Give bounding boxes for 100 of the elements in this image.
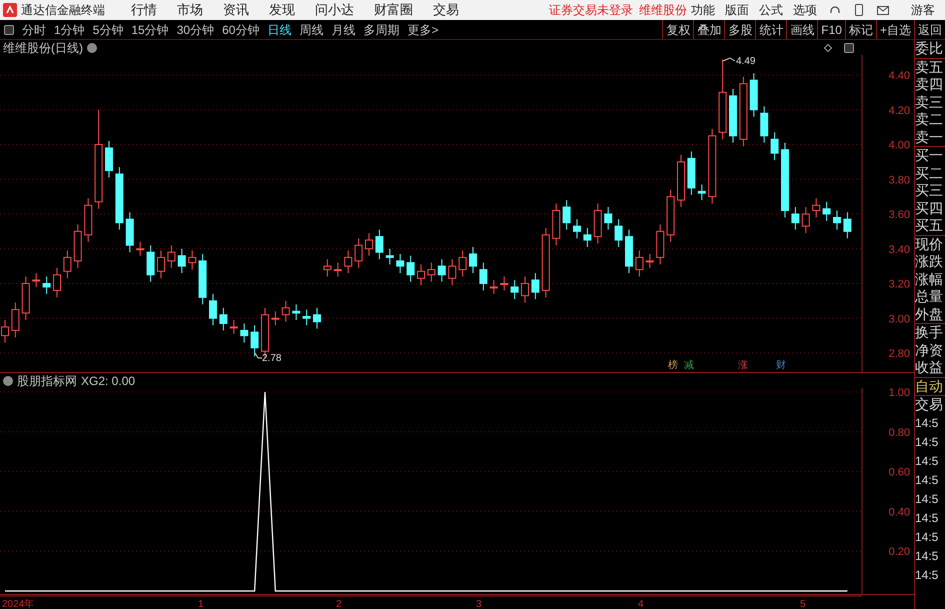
quote-field-label: 总量 bbox=[915, 288, 944, 306]
toolbar-button[interactable]: 统计 bbox=[755, 20, 786, 39]
high-price-label: 4.49 bbox=[736, 56, 756, 67]
candlestick bbox=[760, 106, 768, 144]
toolbar-button[interactable]: 画线 bbox=[786, 20, 818, 39]
candlestick bbox=[594, 203, 602, 244]
indicator-axis-label: 1.00 bbox=[888, 388, 910, 399]
candlestick bbox=[282, 300, 290, 322]
menu-item[interactable]: 行情 bbox=[131, 0, 157, 20]
candlestick bbox=[188, 250, 196, 270]
dropdown-icon[interactable] bbox=[87, 42, 97, 52]
period-tab[interactable]: 分时 bbox=[22, 20, 46, 38]
panel-toggle-icon[interactable] bbox=[844, 42, 854, 52]
candlestick bbox=[354, 238, 363, 268]
user-label[interactable]: 游客 bbox=[911, 1, 935, 19]
price-label: 3.00 bbox=[888, 313, 910, 326]
candlestick bbox=[406, 255, 415, 282]
candlestick bbox=[198, 253, 207, 305]
trade-time: 14:5 bbox=[915, 548, 940, 564]
app-name: 通达信金融终端 bbox=[21, 2, 106, 19]
price-label: 3.80 bbox=[888, 174, 910, 186]
headset-icon[interactable] bbox=[829, 4, 841, 16]
candlestick bbox=[105, 140, 113, 178]
menu-item[interactable]: 交易 bbox=[433, 0, 459, 20]
period-tab[interactable]: 15分钟 bbox=[131, 20, 169, 38]
period-tab[interactable]: 月线 bbox=[331, 20, 356, 38]
event-tag[interactable]: 涨 bbox=[738, 360, 748, 371]
login-notice[interactable]: 证券交易未登录 bbox=[549, 1, 633, 19]
candlestick bbox=[469, 246, 477, 274]
candlestick bbox=[614, 218, 623, 248]
candlestick bbox=[833, 210, 841, 230]
candlestick bbox=[490, 280, 498, 294]
quote-field-label: 卖五 bbox=[915, 58, 944, 76]
period-tab[interactable]: 日线 bbox=[267, 20, 292, 38]
candlestick bbox=[427, 262, 436, 282]
candlestick bbox=[115, 166, 124, 230]
toolbar-button[interactable]: 多股 bbox=[724, 20, 756, 39]
period-tab[interactable]: 30分钟 bbox=[176, 20, 214, 38]
candlestick bbox=[313, 307, 321, 330]
candlestick bbox=[438, 258, 446, 282]
toolbar-button[interactable]: 叠加 bbox=[693, 20, 724, 39]
candlestick bbox=[209, 293, 217, 326]
candlestick bbox=[635, 250, 644, 278]
toolbar-button[interactable]: 复权 bbox=[662, 20, 694, 39]
period-tab[interactable]: 周线 bbox=[299, 20, 324, 38]
tool-menu-item[interactable]: 功能 bbox=[691, 1, 715, 19]
event-tag[interactable]: 榜 bbox=[668, 360, 678, 371]
panel-toggle-icon[interactable] bbox=[4, 24, 14, 34]
period-tab[interactable]: 5分钟 bbox=[92, 20, 124, 38]
quote-field-label: 卖三 bbox=[915, 94, 944, 111]
phone-icon[interactable] bbox=[855, 4, 863, 16]
candlestick bbox=[250, 324, 259, 357]
candlestick bbox=[770, 132, 779, 161]
toolbar-button[interactable]: F10 bbox=[817, 20, 845, 39]
stock-name: 维维股份 bbox=[639, 2, 687, 19]
menu-item[interactable]: 问小达 bbox=[315, 0, 354, 20]
menu-item[interactable]: 发现 bbox=[269, 0, 295, 20]
candlestick bbox=[448, 258, 456, 286]
more-menu[interactable]: 更多> bbox=[407, 20, 438, 38]
menu-item[interactable]: 财富圈 bbox=[374, 0, 413, 20]
price-label: 4.00 bbox=[888, 140, 910, 152]
indicator-readout: XG2: 0.00 bbox=[81, 372, 136, 390]
candlestick bbox=[843, 212, 852, 239]
candlestick bbox=[573, 218, 581, 239]
candlestick bbox=[510, 280, 519, 300]
period-tab[interactable]: 1分钟 bbox=[54, 20, 85, 38]
candlestick bbox=[167, 244, 176, 268]
low-marker bbox=[254, 352, 262, 358]
period-tab[interactable]: 60分钟 bbox=[222, 20, 260, 38]
chart-title: 维维股份(日线) bbox=[3, 40, 83, 56]
tool-menu-item[interactable]: 版面 bbox=[725, 1, 749, 19]
trade-time: 14:5 bbox=[915, 566, 940, 584]
mail-icon[interactable] bbox=[877, 6, 889, 14]
toolbar-button[interactable]: 返回 bbox=[914, 20, 945, 39]
tool-menu-item[interactable]: 选项 bbox=[793, 1, 817, 19]
event-tag[interactable]: 财 bbox=[776, 360, 786, 371]
trade-time: 14:5 bbox=[915, 472, 940, 488]
trade-time: 14:5 bbox=[915, 490, 940, 508]
candlestick bbox=[666, 189, 675, 242]
price-label: 3.60 bbox=[888, 209, 910, 221]
candlestick bbox=[812, 198, 820, 218]
diamond-icon[interactable] bbox=[824, 44, 832, 52]
auto-mode-button[interactable]: 自动 bbox=[915, 378, 945, 395]
toolbar-button[interactable]: +自选 bbox=[876, 20, 914, 39]
candlestick bbox=[32, 272, 40, 288]
candlestick bbox=[583, 227, 592, 248]
event-tag[interactable]: 减 bbox=[684, 360, 694, 371]
toolbar-button[interactable]: 标记 bbox=[844, 20, 876, 39]
menu-item[interactable]: 市场 bbox=[177, 0, 203, 20]
quote-field-label: 卖一 bbox=[915, 128, 944, 146]
candlestick bbox=[63, 250, 72, 279]
quote-field-label: 买四 bbox=[915, 200, 944, 217]
candlestick bbox=[687, 150, 696, 196]
tool-menu-item[interactable]: 公式 bbox=[759, 1, 783, 19]
candlestick bbox=[334, 262, 342, 278]
menu-item[interactable]: 资讯 bbox=[223, 0, 249, 20]
dropdown-icon[interactable] bbox=[3, 376, 13, 386]
candlestick bbox=[126, 212, 134, 253]
period-tab[interactable]: 多周期 bbox=[363, 20, 400, 38]
candlestick bbox=[739, 76, 748, 147]
